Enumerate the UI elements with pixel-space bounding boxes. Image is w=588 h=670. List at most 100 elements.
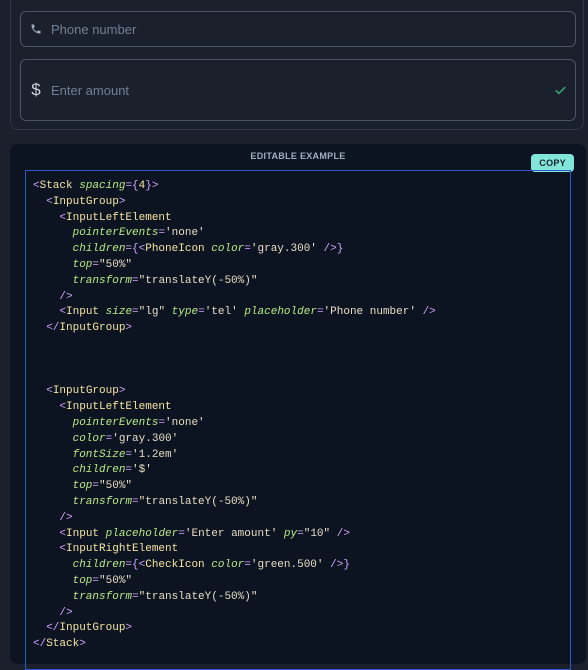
code-line: <Input size="lg" type='tel' placeholder=… (33, 304, 436, 320)
code-token: color (211, 243, 245, 256)
code-token: transform (72, 496, 133, 508)
code-token: pointerEvents (72, 417, 159, 429)
code-line: <InputLeftElement (33, 210, 171, 226)
code-line: fontSize='1.2em' (33, 447, 179, 463)
code-line: children={<PhoneIcon color='gray.300' />… (33, 241, 344, 257)
code-token: children (72, 243, 126, 256)
code-line: /> (33, 289, 72, 305)
code-token: 'none' (165, 227, 205, 240)
code-line: <InputLeftElement (33, 399, 171, 415)
code-token: "50%" (99, 575, 133, 587)
code-token: > (125, 622, 133, 635)
code-editor-panel: EDITABLE EXAMPLE COPY <Stack spacing={4}… (10, 144, 586, 670)
code-token: InputGroup (52, 385, 119, 398)
code-token: type (171, 306, 199, 319)
code-token: children (72, 464, 126, 477)
code-line: transform="translateY(-50%)" (33, 273, 258, 289)
code-token: /> (422, 306, 436, 319)
code-token: = (316, 306, 324, 319)
code-token: placeholder (244, 306, 317, 319)
code-line: <InputGroup> (33, 383, 125, 399)
code-line: <Input placeholder='Enter amount' py="10… (33, 526, 350, 542)
code-token: transform (72, 274, 133, 287)
code-token: 'Phone number' (323, 306, 416, 319)
code-token: "50%" (99, 480, 133, 493)
phone-input-group (20, 11, 576, 47)
code-editor[interactable]: <Stack spacing={4}> <InputGroup> <InputL… (25, 170, 571, 670)
code-token: CheckIcon (145, 559, 205, 572)
code-token: ={< (125, 243, 146, 256)
code-line: top="50%" (33, 478, 132, 494)
code-token: > (125, 322, 133, 335)
code-line: pointerEvents='none' (33, 225, 205, 241)
code-line: <Stack spacing={4}> (33, 178, 158, 194)
code-token: 'tel' (204, 306, 238, 319)
code-token: color (72, 432, 106, 445)
code-token: /> (59, 606, 73, 619)
code-line: children={<CheckIcon color='green.500' /… (33, 557, 350, 573)
amount-input[interactable] (51, 60, 545, 120)
code-token: '$' (132, 464, 152, 477)
code-token: "10" (303, 527, 331, 540)
code-token: top (72, 575, 93, 587)
code-token: = (132, 496, 139, 508)
code-token: '1.2em' (132, 448, 179, 461)
code-token: 'gray.300' (250, 243, 317, 256)
phone-number-input[interactable] (51, 12, 545, 46)
code-line: top="50%" (33, 573, 132, 589)
code-token: InputGroup (59, 322, 126, 335)
code-line: </InputGroup> (33, 620, 132, 636)
code-token: Input (66, 306, 100, 319)
code-token: = (244, 243, 251, 256)
code-token: ={ (125, 180, 139, 192)
code-line: <InputGroup> (33, 194, 125, 210)
code-line: <InputRightElement (33, 541, 178, 557)
code-token: />} (323, 243, 344, 256)
code-token: children (72, 559, 126, 572)
code-token: Input (66, 527, 100, 540)
code-token: size (105, 306, 133, 319)
code-token: = (132, 274, 139, 287)
code-token: > (118, 195, 126, 208)
code-token: > (118, 385, 126, 398)
code-token: InputGroup (52, 195, 119, 208)
code-token: = (132, 306, 139, 319)
preview-panel: $ (10, 0, 584, 130)
editable-example-label: EDITABLE EXAMPLE (250, 151, 346, 161)
code-token: "50%" (99, 259, 133, 271)
code-token: />} (330, 559, 350, 572)
code-token: "translateY(-50%)" (138, 274, 258, 287)
code-token: </ (46, 322, 60, 335)
check-icon (545, 60, 575, 120)
code-token: = (132, 590, 139, 603)
code-token: transform (72, 590, 133, 603)
code-token: placeholder (105, 527, 179, 540)
code-token: pointerEvents (72, 227, 159, 240)
code-token: 'green.500' (250, 559, 324, 572)
code-token: = (178, 527, 185, 540)
code-token: = (297, 527, 304, 540)
